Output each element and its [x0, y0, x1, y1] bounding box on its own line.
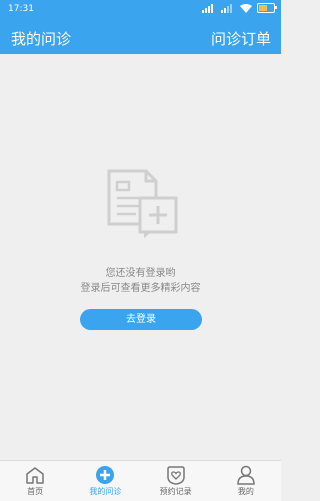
- main-content: 您还没有登录哟 登录后可查看更多精彩内容 去登录: [0, 54, 281, 460]
- heart-shield-icon: [166, 466, 185, 485]
- app-header: 我的问诊 问诊订单: [0, 20, 281, 54]
- tab-appointments[interactable]: 预约记录: [141, 461, 211, 501]
- user-icon: [237, 465, 255, 485]
- empty-message-title: 您还没有登录哟: [105, 268, 176, 279]
- cell-signal-icon-2: [221, 3, 235, 13]
- page-title: 我的问诊: [11, 30, 72, 48]
- tab-my-consultation-label: 我的问诊: [89, 487, 122, 496]
- status-time: 17:31: [8, 4, 34, 14]
- plus-circle-icon: [96, 466, 115, 484]
- home-icon: [26, 467, 44, 484]
- cell-signal-icon: [202, 3, 216, 13]
- battery-icon: [257, 3, 277, 13]
- tab-my-consultation[interactable]: 我的问诊: [70, 461, 140, 501]
- tab-profile-label: 我的: [237, 487, 254, 496]
- bottom-tab-bar: 首页 我的问诊 预约记录 我的: [0, 460, 281, 501]
- document-add-icon: [107, 169, 178, 238]
- wifi-icon: [240, 3, 252, 13]
- status-icons: [202, 3, 277, 13]
- login-button[interactable]: 去登录: [80, 309, 202, 330]
- status-bar: 17:31: [0, 0, 281, 20]
- empty-message-subtitle: 登录后可查看更多精彩内容: [80, 283, 201, 294]
- tab-home[interactable]: 首页: [0, 461, 70, 501]
- consult-orders-link[interactable]: 问诊订单: [211, 28, 271, 49]
- tab-home-label: 首页: [27, 487, 44, 496]
- tab-appointments-label: 预约记录: [159, 487, 192, 496]
- tab-profile[interactable]: 我的: [211, 461, 281, 501]
